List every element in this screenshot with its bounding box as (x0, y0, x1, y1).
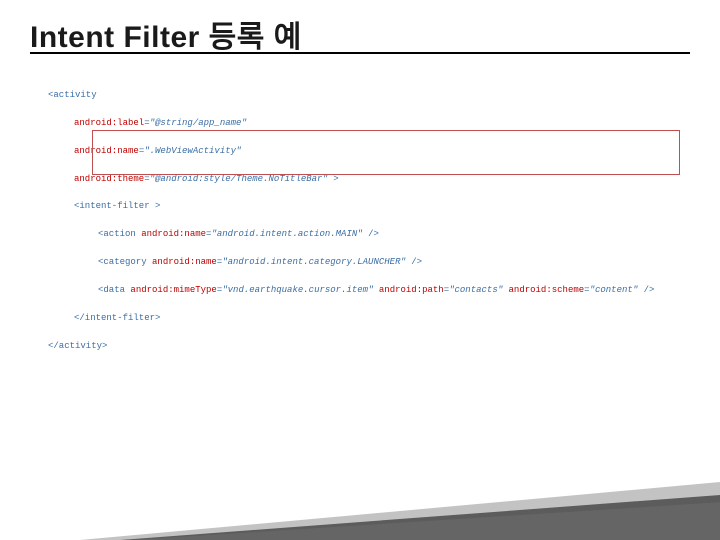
attr-name: android:theme (74, 174, 144, 184)
code-line: <action android:name="android.intent.act… (48, 228, 654, 242)
attr-name: android:name (74, 146, 139, 156)
slide-title: Intent Filter 등록 예 (30, 12, 302, 56)
decor-wedge-dark (120, 495, 720, 540)
slide-decor (0, 470, 720, 540)
attr-name: android:path (379, 285, 444, 295)
code-line: <intent-filter > (48, 200, 654, 214)
tag: </intent-filter> (74, 313, 160, 323)
attr-name: android:mimeType (130, 285, 216, 295)
code-line: </activity> (48, 340, 654, 354)
attr-name: android:label (74, 118, 144, 128)
attr-value: "@android:style/Theme.NoTitleBar" (150, 174, 328, 184)
xml-code-block: <activity android:label="@string/app_nam… (48, 75, 654, 368)
tag-end: /> (638, 285, 654, 295)
code-line: <category android:name="android.intent.c… (48, 256, 654, 270)
tag-close: > (328, 174, 339, 184)
code-line: <activity (48, 89, 654, 103)
code-line: android:label="@string/app_name" (48, 117, 654, 131)
title-underline (30, 52, 690, 54)
attr-value: ".WebViewActivity" (144, 146, 241, 156)
code-line: android:theme="@android:style/Theme.NoTi… (48, 173, 654, 187)
code-line: </intent-filter> (48, 312, 654, 326)
tag-open: <activity (48, 90, 97, 100)
attr-name: android:scheme (509, 285, 585, 295)
decor-wedge-light (80, 482, 720, 540)
code-line: android:name=".WebViewActivity" (48, 145, 654, 159)
attr-name: android:name (152, 257, 217, 267)
tag-end: /> (363, 229, 379, 239)
tag: <action (98, 229, 136, 239)
attr-value: "vnd.earthquake.cursor.item" (222, 285, 373, 295)
tag: <category (98, 257, 147, 267)
tag: <intent-filter > (74, 201, 160, 211)
attr-name: android:name (141, 229, 206, 239)
attr-value: "android.intent.category.LAUNCHER" (222, 257, 406, 267)
attr-value: "contacts" (449, 285, 503, 295)
tag: <data (98, 285, 125, 295)
tag-end: /> (406, 257, 422, 267)
attr-value: "content" (590, 285, 639, 295)
code-line: <data android:mimeType="vnd.earthquake.c… (48, 284, 654, 298)
attr-value: "@string/app_name" (150, 118, 247, 128)
tag: </activity> (48, 341, 107, 351)
attr-value: "android.intent.action.MAIN" (211, 229, 362, 239)
